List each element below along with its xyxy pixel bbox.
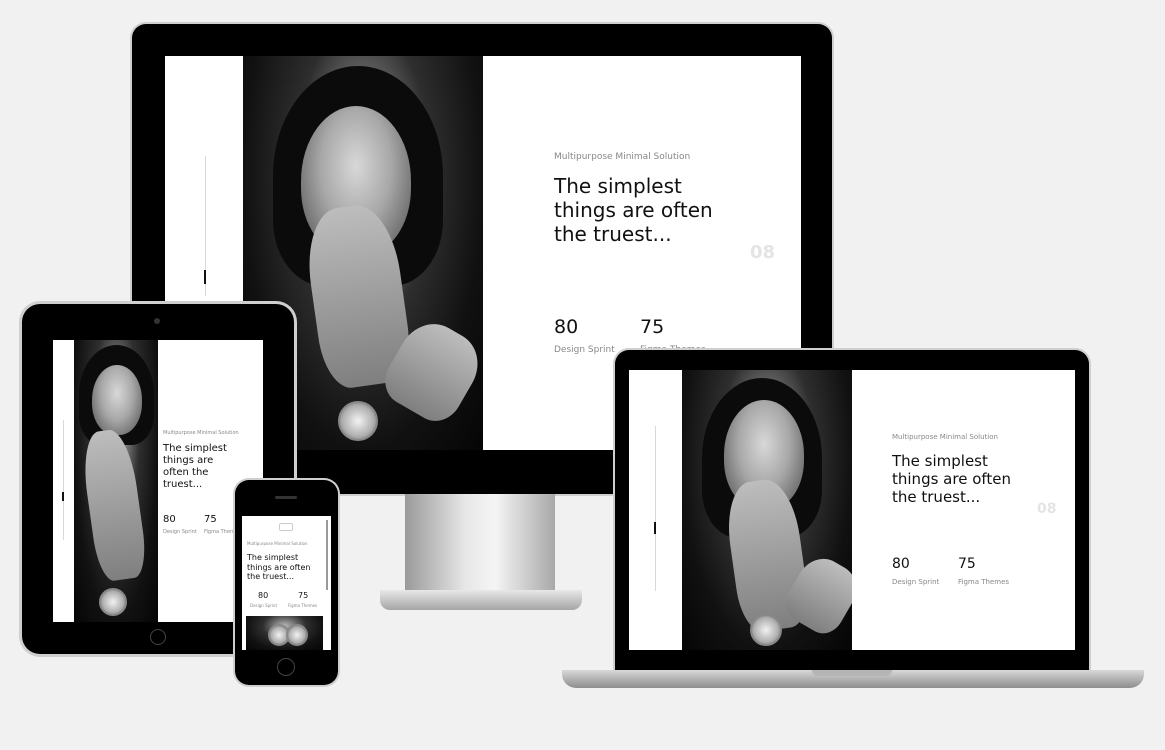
phone-scrollbar[interactable] <box>326 520 328 590</box>
laptop-lid: Multipurpose Minimal Solution The simple… <box>615 350 1089 672</box>
laptop-headline-line: the truest... <box>892 488 981 506</box>
phone-headline: The simplest things are often the truest… <box>247 553 310 582</box>
tablet-stat2-value: 75 <box>204 514 217 525</box>
tablet-headline-line: often the <box>163 467 209 478</box>
laptop-hinge-notch <box>812 670 892 676</box>
slider-progress-track <box>655 426 656 591</box>
laptop-hero-photo <box>682 370 852 650</box>
tablet-home-button[interactable] <box>150 629 166 645</box>
tablet-hero-photo <box>74 340 158 622</box>
phone-headline-line: things are often <box>247 562 311 572</box>
laptop-stat2-value: 75 <box>958 556 976 572</box>
slider-progress-marker <box>62 492 64 501</box>
phone-headline-line: the truest... <box>247 572 295 582</box>
laptop-headline-line: The simplest <box>892 452 988 470</box>
hero-headline-line: things are often <box>554 198 713 222</box>
tablet-headline-line: things are <box>163 455 214 466</box>
tablet-stat1-label: Design Sprint <box>163 529 197 535</box>
laptop-stat1-label: Design Sprint <box>892 578 940 586</box>
phone-speaker <box>275 496 297 499</box>
phone-stat2-value: 75 <box>298 591 309 600</box>
stat-design-sprint-label: Design Sprint <box>554 345 615 355</box>
phone-screen: Multipurpose Minimal Solution The simple… <box>242 516 331 650</box>
laptop-eyebrow: Multipurpose Minimal Solution <box>892 433 998 441</box>
hero-headline-line: the truest... <box>554 222 672 246</box>
slider-progress-marker <box>204 270 206 284</box>
phone-stat1-label: Design Sprint <box>250 603 278 608</box>
stat-figma-themes-value: 75 <box>640 316 665 338</box>
phone-stat1-value: 80 <box>258 591 269 600</box>
phone-home-button[interactable] <box>277 658 295 676</box>
slider-progress-track <box>63 420 64 540</box>
hero-headline-line: The simplest <box>554 174 682 198</box>
phone-device: Multipurpose Minimal Solution The simple… <box>235 480 338 685</box>
tablet-camera <box>154 318 160 324</box>
tablet-headline-line: The simplest <box>163 443 227 454</box>
phone-headline-line: The simplest <box>247 553 299 562</box>
monitor-stand-base <box>380 590 582 610</box>
hero-headline: The simplest things are often the truest… <box>554 174 713 246</box>
stat-design-sprint-value: 80 <box>554 316 579 338</box>
laptop-headline: The simplest things are often the truest… <box>892 452 1011 506</box>
laptop-stat1-value: 80 <box>892 556 910 572</box>
phone-stat2-label: Figma Themes <box>288 603 318 608</box>
tablet-headline-line: truest... <box>163 479 203 490</box>
tablet-headline: The simplest things are often the truest… <box>163 443 227 491</box>
monitor-stand-neck <box>405 494 555 594</box>
laptop-headline-line: things are often <box>892 470 1012 488</box>
phone-logo-icon <box>279 523 293 531</box>
hero-eyebrow: Multipurpose Minimal Solution <box>554 152 691 162</box>
phone-hero-photo <box>246 616 323 650</box>
slide-number: 08 <box>750 242 776 263</box>
tablet-stat1-value: 80 <box>163 514 176 525</box>
laptop-slide-number: 08 <box>1037 501 1057 517</box>
laptop-screen: Multipurpose Minimal Solution The simple… <box>629 370 1075 650</box>
tablet-eyebrow: Multipurpose Minimal Solution <box>163 430 239 436</box>
laptop-stat2-label: Figma Themes <box>958 578 1010 586</box>
phone-eyebrow: Multipurpose Minimal Solution <box>247 541 308 546</box>
tablet-screen: Multipurpose Minimal Solution The simple… <box>53 340 263 622</box>
slider-progress-marker <box>654 522 656 534</box>
